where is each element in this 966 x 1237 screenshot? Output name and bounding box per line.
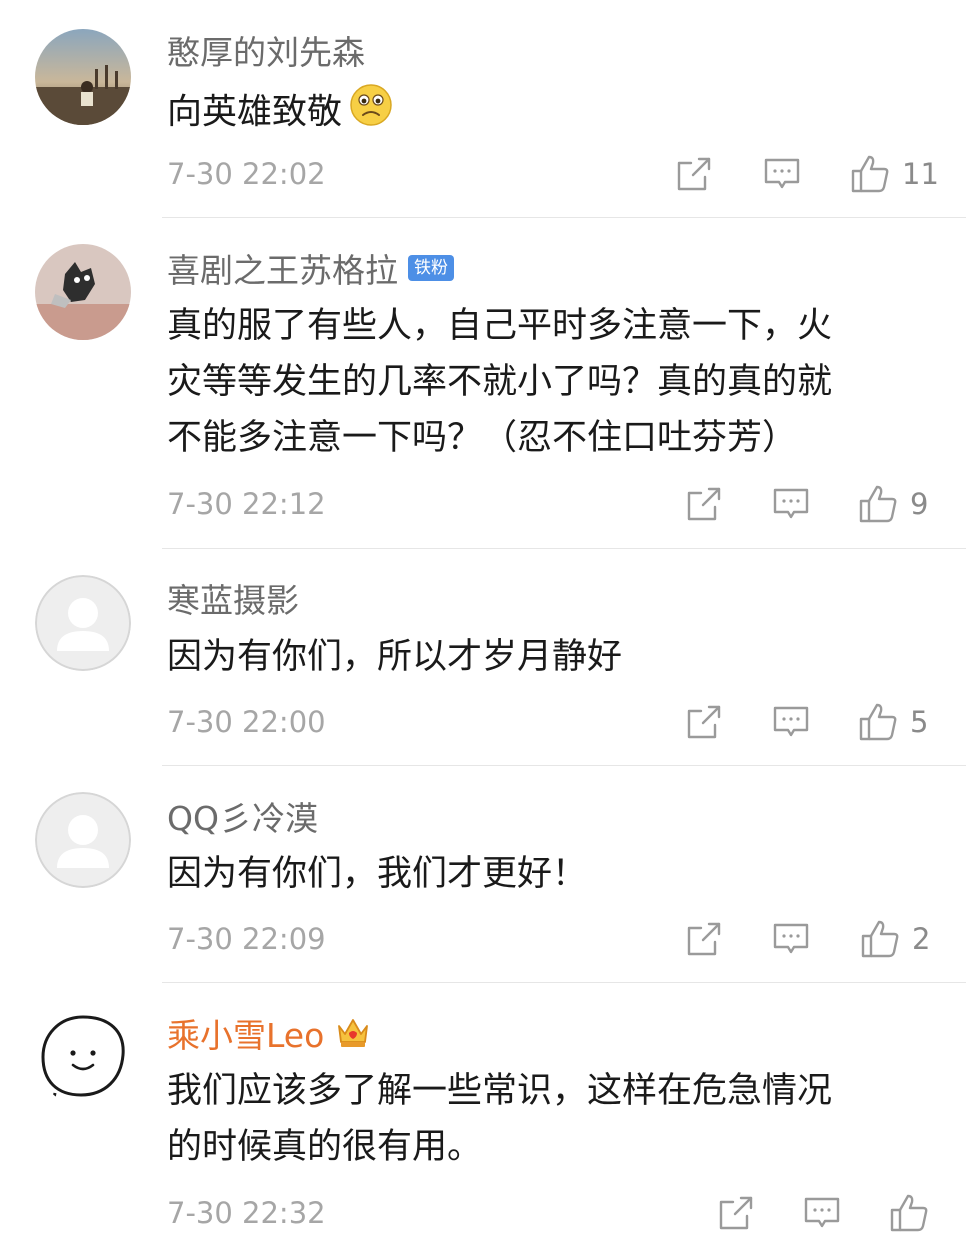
avatar[interactable] xyxy=(35,1009,131,1105)
username-row: 憨厚的刘先森 xyxy=(167,28,365,72)
reply-button[interactable] xyxy=(772,484,810,524)
username[interactable]: 寒蓝摄影 xyxy=(167,574,299,622)
reply-button[interactable] xyxy=(772,919,810,959)
comment-text: 向英雄致敬 xyxy=(167,82,927,145)
comment-footer: 7-30 22:32 xyxy=(167,1191,937,1235)
comment-footer: 7-30 22:12 9 xyxy=(167,482,937,526)
comment-icon xyxy=(773,706,809,737)
comment-line: 不能多注意一下吗？（忍不住口吐芬芳） xyxy=(167,418,798,458)
comment-item: 寒蓝摄影 因为有你们，所以才岁月静好 7-30 22:00 5 xyxy=(0,549,966,766)
username-row: 乘小雪Leo xyxy=(167,1011,372,1055)
share-button[interactable] xyxy=(675,154,713,194)
avatar[interactable] xyxy=(35,575,131,671)
reply-button[interactable] xyxy=(803,1193,841,1233)
username[interactable]: 喜剧之王苏格拉 xyxy=(167,244,398,292)
like-count: 9 xyxy=(910,487,929,521)
comment-line: 我们应该多了解一些常识，这样在危急情况 xyxy=(167,1071,833,1111)
comment-item: 憨厚的刘先森 向英雄致敬 7-30 22:02 11 xyxy=(0,0,966,218)
like-button[interactable]: 9 xyxy=(858,484,928,524)
comment-item: 乘小雪Leo 我们应该多了解一些常识，这样在危急情况 的时候真的很有用。 7-3… xyxy=(0,983,966,1237)
username-row: QQ彡冷漠 xyxy=(167,794,318,838)
username-row: 喜剧之王苏格拉 铁粉 xyxy=(167,246,454,290)
username[interactable]: 乘小雪Leo xyxy=(167,1009,324,1057)
username[interactable]: QQ彡冷漠 xyxy=(167,792,318,840)
comment-footer: 7-30 22:09 2 xyxy=(167,917,937,961)
share-button[interactable] xyxy=(685,919,723,959)
comment-item: 喜剧之王苏格拉 铁粉 真的服了有些人，自己平时多注意一下，火 灾等等发生的几率不… xyxy=(0,218,966,548)
share-icon xyxy=(687,487,721,521)
like-button[interactable]: 11 xyxy=(850,154,939,194)
comment-icon xyxy=(764,158,800,189)
reply-button[interactable] xyxy=(772,702,810,742)
timestamp: 7-30 22:12 xyxy=(167,487,326,521)
thumbs-up-icon xyxy=(890,1194,928,1232)
timestamp: 7-30 22:09 xyxy=(167,922,326,956)
avatar[interactable] xyxy=(35,244,131,340)
comment-line-text: 向英雄致敬 xyxy=(167,92,343,133)
like-count: 5 xyxy=(910,705,929,739)
like-count: 2 xyxy=(912,922,931,956)
comment-footer: 7-30 22:02 11 xyxy=(167,152,939,196)
reply-button[interactable] xyxy=(763,154,801,194)
fan-badge: 铁粉 xyxy=(408,255,454,281)
share-icon xyxy=(719,1196,753,1230)
comment-line: 的时候真的很有用。 xyxy=(167,1127,483,1167)
timestamp: 7-30 22:02 xyxy=(167,157,326,191)
comment-line: 因为有你们，所以才岁月静好 xyxy=(167,637,623,677)
crown-vip-icon xyxy=(334,1012,372,1054)
username[interactable]: 憨厚的刘先森 xyxy=(167,26,365,74)
comment-icon xyxy=(804,1197,840,1228)
comment-text: 因为有你们，我们才更好！ xyxy=(167,846,927,902)
like-count: 11 xyxy=(902,157,939,191)
comment-text: 真的服了有些人，自己平时多注意一下，火 灾等等发生的几率不就小了吗？真的真的就 … xyxy=(167,298,927,466)
share-button[interactable] xyxy=(685,484,723,524)
like-button[interactable]: 2 xyxy=(860,919,930,959)
share-icon xyxy=(687,922,721,956)
thumbs-up-icon xyxy=(859,703,897,741)
comment-line: 因为有你们，我们才更好！ xyxy=(167,854,588,894)
thumbs-up-icon xyxy=(859,485,897,523)
comment-text: 因为有你们，所以才岁月静好 xyxy=(167,629,927,685)
comment-line: 灾等等发生的几率不就小了吗？真的真的就 xyxy=(167,362,833,402)
timestamp: 7-30 22:00 xyxy=(167,705,326,739)
comment-item: QQ彡冷漠 因为有你们，我们才更好！ 7-30 22:09 2 xyxy=(0,766,966,983)
like-button[interactable]: 5 xyxy=(858,702,928,742)
comment-line: 真的服了有些人，自己平时多注意一下，火 xyxy=(167,306,833,346)
thumbs-up-icon xyxy=(861,920,899,958)
username-row: 寒蓝摄影 xyxy=(167,576,299,620)
comment-footer: 7-30 22:00 5 xyxy=(167,700,937,744)
comment-icon xyxy=(773,488,809,519)
share-button[interactable] xyxy=(685,702,723,742)
timestamp: 7-30 22:32 xyxy=(167,1196,326,1230)
avatar[interactable] xyxy=(35,792,131,888)
comment-line: 向英雄致敬 xyxy=(167,82,927,145)
share-icon xyxy=(687,705,721,739)
comment-text: 我们应该多了解一些常识，这样在危急情况 的时候真的很有用。 xyxy=(167,1063,927,1175)
thumbs-up-icon xyxy=(851,155,889,193)
share-button[interactable] xyxy=(717,1193,755,1233)
avatar[interactable] xyxy=(35,29,131,125)
like-button[interactable] xyxy=(889,1193,941,1233)
share-icon xyxy=(677,157,711,191)
sad-face-emoji xyxy=(348,82,394,145)
comment-icon xyxy=(773,923,809,954)
